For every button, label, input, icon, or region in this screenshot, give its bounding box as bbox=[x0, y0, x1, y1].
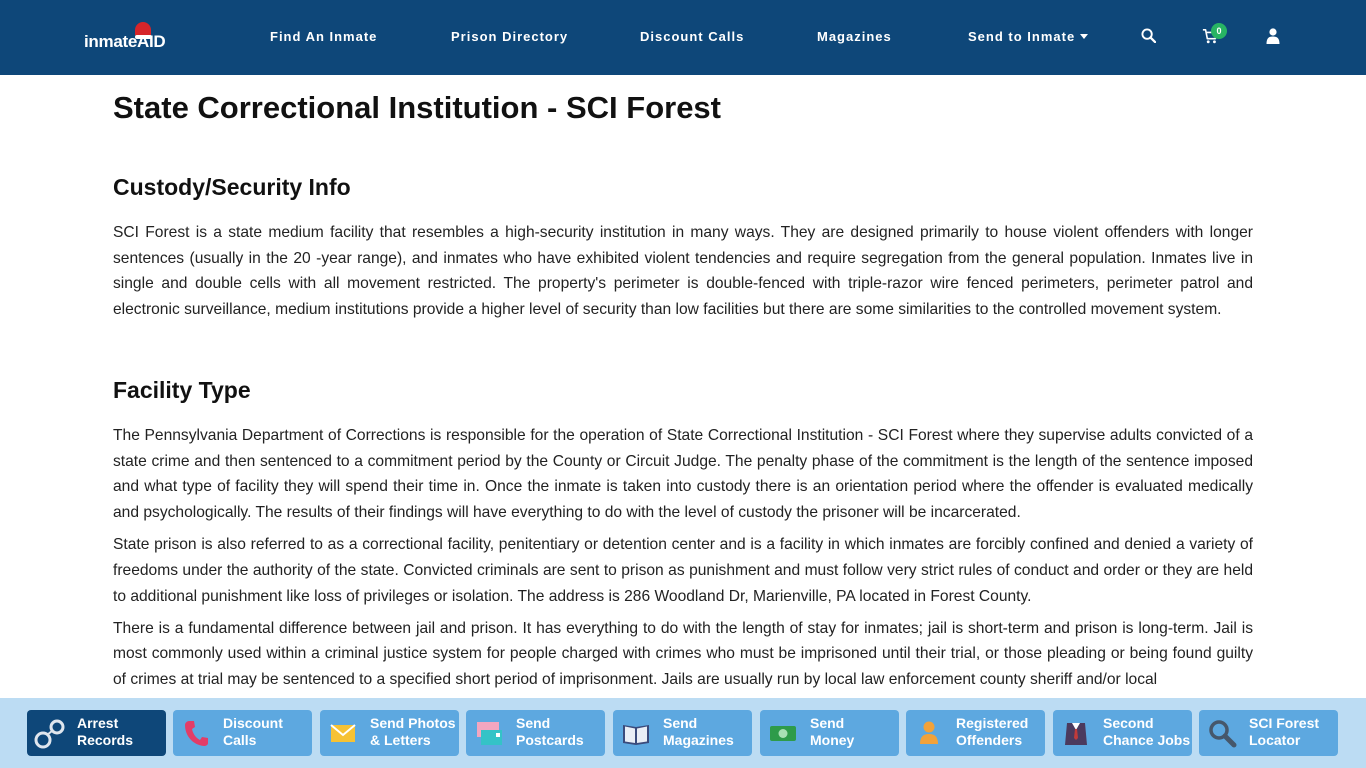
inmateaid-logo[interactable]: inmateAID bbox=[84, 22, 180, 56]
send-money-label: Send Money bbox=[810, 715, 855, 748]
discount-calls-label: Discount Calls bbox=[223, 715, 283, 748]
main-content: State Correctional Institution - SCI For… bbox=[113, 86, 1253, 693]
send-postcards-label: Send Postcards bbox=[516, 715, 584, 748]
cart-count-badge: 0 bbox=[1211, 23, 1227, 39]
registered-offenders-button[interactable]: Registered Offenders bbox=[906, 710, 1045, 756]
nav-discount-calls[interactable]: Discount Calls bbox=[640, 29, 744, 44]
facility-type-heading: Facility Type bbox=[113, 376, 251, 403]
nav-prison-directory[interactable]: Prison Directory bbox=[451, 29, 568, 44]
top-navbar: inmateAID Find An Inmate Prison Director… bbox=[0, 0, 1366, 75]
caret-down-icon bbox=[1080, 34, 1089, 39]
send-magazines-button[interactable]: Send Magazines bbox=[613, 710, 752, 756]
send-photos-letters-label: Send Photos & Letters bbox=[370, 715, 456, 748]
facility-locator-label: SCI Forest Locator bbox=[1249, 715, 1320, 748]
send-magazines-label: Send Magazines bbox=[663, 715, 734, 748]
arrest-records-button[interactable]: Arrest Records bbox=[27, 710, 166, 756]
bottom-quick-links-bar: Arrest Records Discount Calls Send Photo… bbox=[0, 698, 1366, 768]
nav-send-to-inmate-label: Send to Inmate bbox=[968, 29, 1076, 44]
envelope-icon bbox=[330, 724, 356, 742]
facility-paragraph: There is a fundamental difference betwee… bbox=[113, 619, 1253, 689]
magnifier-icon bbox=[1209, 720, 1237, 748]
book-icon bbox=[623, 725, 649, 745]
page-title: State Correctional Institution - SCI For… bbox=[113, 90, 721, 125]
nav-magazines[interactable]: Magazines bbox=[817, 29, 892, 44]
registered-offenders-label: Registered Offenders bbox=[956, 715, 1029, 748]
nav-find-inmate[interactable]: Find An Inmate bbox=[270, 29, 377, 44]
custody-paragraph: SCI Forest is a state medium facility th… bbox=[113, 224, 1253, 319]
custody-security-heading: Custody/Security Info bbox=[113, 174, 351, 200]
facility-paragraph: State prison is also referred to as a co… bbox=[113, 536, 1253, 605]
facility-paragraph: The Pennsylvania Department of Correctio… bbox=[113, 426, 1253, 521]
facility-locator-button[interactable]: SCI Forest Locator bbox=[1199, 710, 1338, 756]
arrest-records-label: Arrest Records bbox=[77, 715, 134, 748]
second-chance-jobs-label: Second Chance Jobs bbox=[1103, 715, 1191, 748]
handcuffs-icon bbox=[34, 719, 65, 749]
person-icon bbox=[920, 721, 938, 744]
send-money-button[interactable]: Send Money bbox=[760, 710, 899, 756]
suit-icon bbox=[1065, 723, 1087, 745]
logo-text: inmateAID bbox=[84, 32, 166, 51]
postcard-icon bbox=[477, 722, 502, 745]
send-photos-letters-button[interactable]: Send Photos & Letters bbox=[320, 710, 459, 756]
nav-send-to-inmate[interactable]: Send to Inmate bbox=[968, 29, 1089, 44]
search-icon[interactable] bbox=[1141, 28, 1156, 43]
discount-calls-button[interactable]: Discount Calls bbox=[173, 710, 312, 756]
user-icon[interactable] bbox=[1266, 28, 1280, 44]
money-icon bbox=[770, 726, 796, 741]
phone-icon bbox=[185, 721, 208, 746]
send-postcards-button[interactable]: Send Postcards bbox=[466, 710, 605, 756]
second-chance-jobs-button[interactable]: Second Chance Jobs bbox=[1053, 710, 1192, 756]
